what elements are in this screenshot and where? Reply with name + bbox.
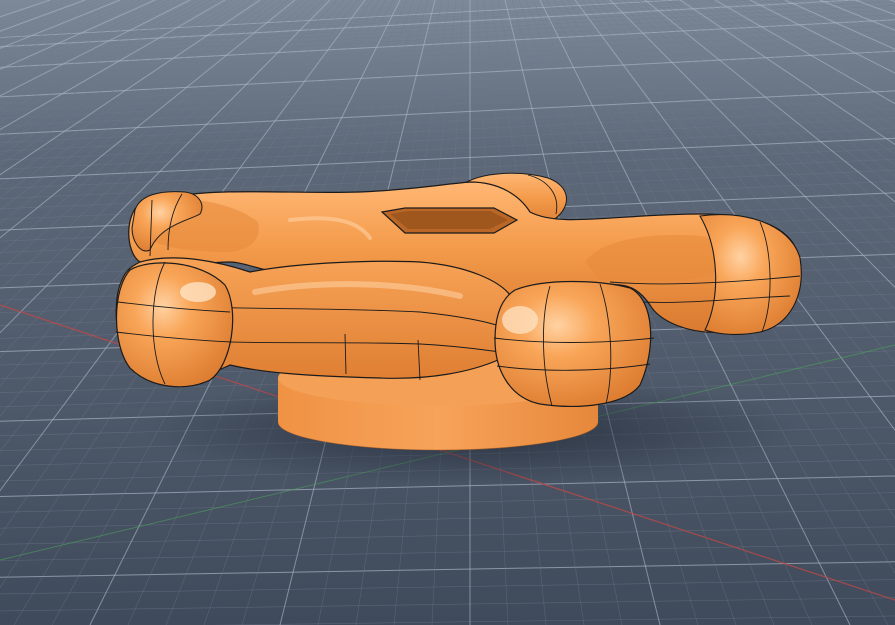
3d-viewport[interactable] xyxy=(0,0,895,625)
front-right-lobe[interactable] xyxy=(493,280,655,407)
viewport-canvas[interactable] xyxy=(0,0,895,625)
front-left-lobe[interactable] xyxy=(115,261,234,388)
